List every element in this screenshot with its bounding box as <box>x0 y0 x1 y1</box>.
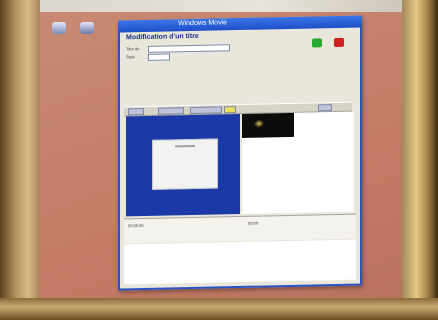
toolbar-button[interactable] <box>158 107 184 115</box>
clip-image <box>254 119 264 128</box>
clip-thumbnail[interactable] <box>242 112 294 138</box>
slide-title-line <box>175 144 195 148</box>
timecode: 00:00:00 <box>128 223 144 229</box>
timecode: 00:00 <box>248 220 259 226</box>
red-close-icon[interactable] <box>334 37 344 48</box>
green-arrow-icon[interactable] <box>312 38 322 48</box>
timeline[interactable]: 00:00:00 00:00 <box>124 213 356 244</box>
form-label: Titre du <box>126 46 140 52</box>
slide <box>152 138 218 190</box>
title-field[interactable] <box>148 44 230 53</box>
storyboard-strip[interactable] <box>124 239 356 285</box>
monitor-bezel-left <box>0 0 40 320</box>
style-field[interactable] <box>148 53 170 61</box>
background-wall <box>0 0 438 12</box>
toolbar-button[interactable] <box>128 108 144 116</box>
form-label: Style <box>126 54 135 60</box>
toolbar-button[interactable] <box>190 106 222 115</box>
application-window: Windows Movie Modification d'un titre Ti… <box>118 15 362 291</box>
page-heading: Modification d'un titre <box>126 32 199 42</box>
window-title: Windows Movie <box>178 19 228 28</box>
photo-scene: Windows Movie Modification d'un titre Ti… <box>0 0 438 320</box>
toolbar-button[interactable] <box>224 106 236 114</box>
toolbar-button[interactable] <box>318 104 332 112</box>
desktop-icon[interactable] <box>52 22 66 34</box>
slide-preview <box>126 114 240 217</box>
monitor-bezel-bottom <box>0 298 438 320</box>
desktop-icon[interactable] <box>80 22 94 34</box>
monitor-bezel-right <box>402 0 438 320</box>
clip-panel <box>242 111 354 214</box>
